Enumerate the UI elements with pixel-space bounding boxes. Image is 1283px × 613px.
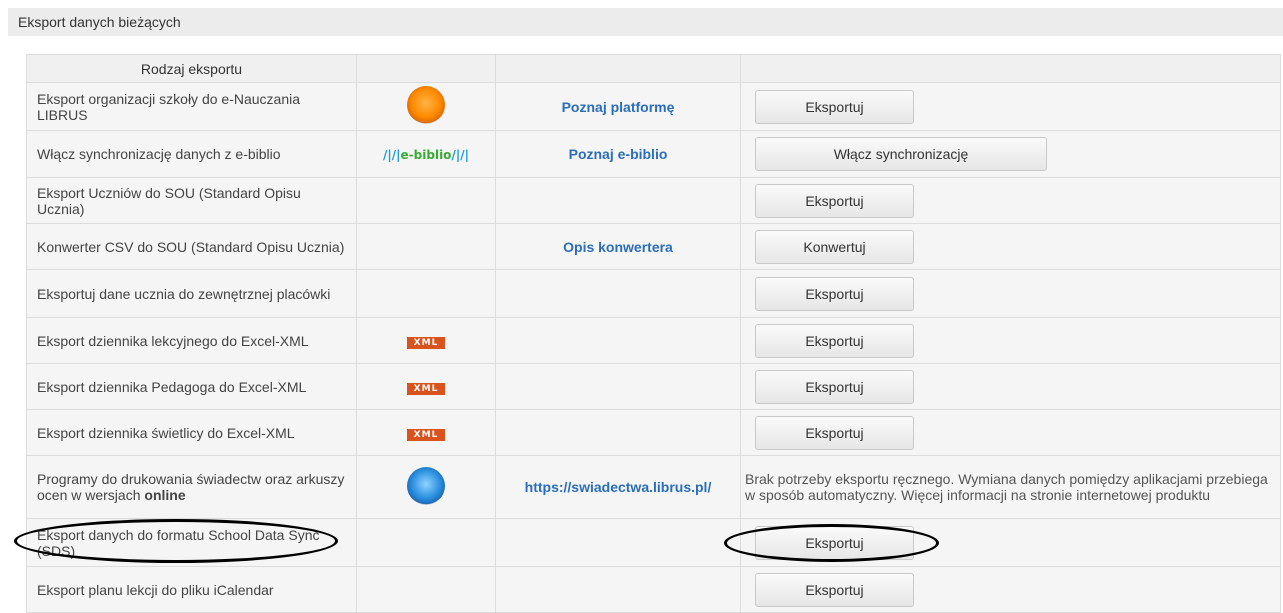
konwertuj-button[interactable]: Konwertuj xyxy=(755,229,914,264)
section-title: Eksport danych bieżących xyxy=(18,14,181,30)
xml-badge-icon: XML xyxy=(407,429,445,441)
row-label: Eksport dziennika lekcyjnego do Excel-XM… xyxy=(26,317,357,364)
poznaj-e-biblio-link[interactable]: Poznaj e-biblio xyxy=(569,146,668,162)
eksportuj-button[interactable]: Eksportuj xyxy=(755,276,914,311)
eksportuj-button[interactable]: Eksportuj xyxy=(755,89,914,124)
row-label: Eksportuj dane ucznia do zewnętrznej pla… xyxy=(26,269,357,318)
table-row: Eksport dziennika lekcyjnego do Excel-XM… xyxy=(26,317,1281,364)
table-row: Eksport danych do formatu School Data Sy… xyxy=(26,518,1281,567)
row-label: Eksport danych do formatu School Data Sy… xyxy=(26,518,357,567)
table-row: Eksport dziennika świetlicy do Excel-XML… xyxy=(26,409,1281,456)
row-label: Eksport planu lekcji do pliku iCalendar xyxy=(26,566,357,613)
row-label: Eksport organizacji szkoły do e-Nauczani… xyxy=(26,82,357,131)
table-row: Eksport Uczniów do SOU (Standard Opisu U… xyxy=(26,177,1281,224)
eksportuj-button[interactable]: Eksportuj xyxy=(755,415,914,450)
table-row: Eksport organizacji szkoły do e-Nauczani… xyxy=(26,82,1281,131)
row-label: Programy do drukowania świadectw oraz ar… xyxy=(26,455,357,519)
table-row: Programy do drukowania świadectw oraz ar… xyxy=(26,455,1281,519)
row-label: Eksport dziennika świetlicy do Excel-XML xyxy=(26,409,357,456)
column-header-icon xyxy=(356,54,496,83)
table-row: Eksportuj dane ucznia do zewnętrznej pla… xyxy=(26,269,1281,318)
orange-orb-icon xyxy=(407,86,445,124)
automatic-exchange-note: Brak potrzeby eksportu ręcznego. Wymiana… xyxy=(745,471,1268,503)
table-row: Włącz synchronizację danych z e-biblio /… xyxy=(26,130,1281,178)
eksportuj-button[interactable]: Eksportuj xyxy=(755,323,914,358)
eksportuj-button[interactable]: Eksportuj xyxy=(755,525,914,560)
eksportuj-button[interactable]: Eksportuj xyxy=(755,183,914,218)
table-row: Eksport planu lekcji do pliku iCalendar … xyxy=(26,566,1281,613)
blue-orb-icon xyxy=(407,466,445,505)
row-label: Eksport dziennika Pedagoga do Excel-XML xyxy=(26,363,357,410)
row-label: Włącz synchronizację danych z e-biblio xyxy=(26,130,357,178)
wlacz-synchronizacje-button[interactable]: Włącz synchronizację xyxy=(755,137,1047,171)
eksportuj-button[interactable]: Eksportuj xyxy=(755,572,914,607)
section-header: Eksport danych bieżących xyxy=(8,8,1283,36)
eksportuj-button[interactable]: Eksportuj xyxy=(755,369,914,404)
export-table: Rodzaj eksportu Eksport organizacji szko… xyxy=(26,54,1281,613)
poznaj-platforme-link[interactable]: Poznaj platformę xyxy=(562,99,675,115)
e-biblio-logo: /|/|e-biblio/|/| xyxy=(383,148,469,162)
table-row: Eksport dziennika Pedagoga do Excel-XML … xyxy=(26,363,1281,410)
row-label: Eksport Uczniów do SOU (Standard Opisu U… xyxy=(26,177,357,224)
column-header-link xyxy=(495,54,741,83)
xml-badge-icon: XML xyxy=(407,383,445,395)
column-header-action xyxy=(740,54,1281,83)
xml-badge-icon: XML xyxy=(407,337,445,349)
row-label: Konwerter CSV do SOU (Standard Opisu Ucz… xyxy=(26,223,357,270)
column-header-export-type: Rodzaj eksportu xyxy=(26,54,357,83)
swiadectwa-link[interactable]: https://swiadectwa.librus.pl/ xyxy=(525,479,712,495)
table-header-row: Rodzaj eksportu xyxy=(26,54,1281,83)
opis-konwertera-link[interactable]: Opis konwertera xyxy=(563,239,673,255)
table-row: Konwerter CSV do SOU (Standard Opisu Ucz… xyxy=(26,223,1281,270)
